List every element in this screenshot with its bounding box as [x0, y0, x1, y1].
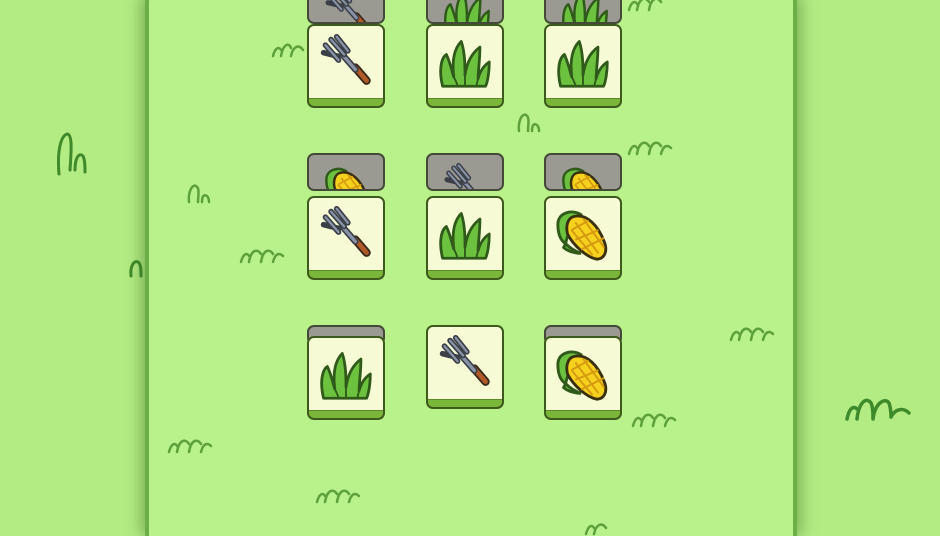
tile-back: [544, 0, 622, 24]
grass-icon: [437, 206, 493, 262]
tile-face: [426, 196, 504, 280]
grass-tuft-icon: [186, 180, 212, 204]
corn-icon: [554, 345, 612, 403]
grass-tuft-icon: [239, 244, 285, 264]
tile-face: [426, 24, 504, 108]
rake-icon: [323, 0, 373, 24]
tile-face: [307, 196, 385, 280]
grass-tuft-icon: [584, 520, 614, 536]
rake-icon: [442, 163, 492, 191]
grass-tuft-icon: [55, 130, 95, 176]
tile-back: [307, 0, 385, 24]
tile-face: [544, 336, 622, 420]
grass-tuft-icon: [627, 0, 673, 12]
left-margin: [0, 0, 145, 529]
grass-icon: [442, 0, 492, 24]
corn-icon: [554, 205, 612, 263]
grass-tuft-icon: [167, 434, 213, 454]
corn-icon: [323, 163, 373, 191]
rake-icon: [437, 335, 493, 391]
tile-face: [544, 196, 622, 280]
tile-back: [426, 0, 504, 24]
grass-icon: [437, 34, 493, 90]
grass-icon: [318, 346, 374, 402]
grass-tuft-icon: [128, 254, 146, 278]
grass-tuft-icon: [315, 484, 361, 504]
corn-icon: [560, 163, 610, 191]
tile-face: [426, 325, 504, 409]
grass-tuft-icon: [271, 38, 309, 58]
grass-icon: [560, 0, 610, 24]
rake-icon: [318, 34, 374, 90]
tile-face: [307, 336, 385, 420]
tile-back: [307, 153, 385, 191]
tile-face: [307, 24, 385, 108]
right-margin: [797, 0, 940, 529]
grass-tuft-icon: [631, 408, 677, 428]
grass-tuft-icon: [729, 322, 775, 342]
grass-tuft-icon: [843, 383, 915, 423]
tile-back: [544, 153, 622, 191]
tile-face: [544, 24, 622, 108]
tile-back: [426, 153, 504, 191]
grass-icon: [555, 34, 611, 90]
rake-icon: [318, 206, 374, 262]
grass-tuft-icon: [516, 109, 542, 133]
grass-tuft-icon: [627, 136, 673, 156]
